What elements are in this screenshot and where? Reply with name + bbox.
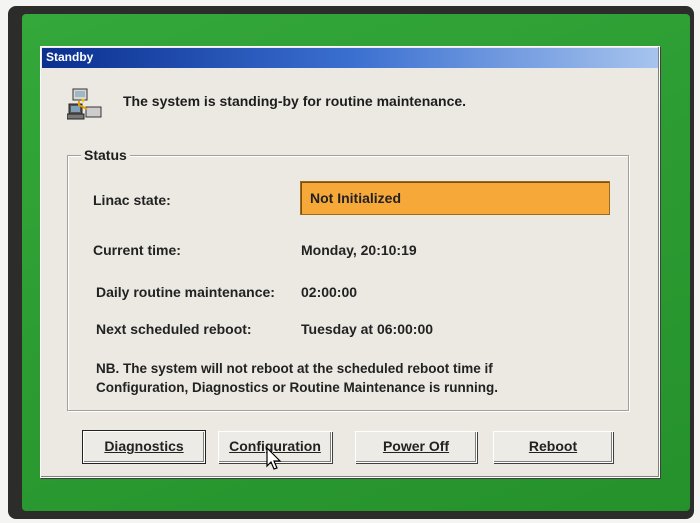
note-line-1: NB. The system will not reboot at the sc… <box>96 361 493 376</box>
window-title: Standby <box>46 50 94 64</box>
diagnostics-button[interactable]: Diagnostics <box>82 430 206 464</box>
power-off-button[interactable]: Power Off <box>355 431 477 463</box>
computer-maintenance-icon <box>66 87 107 123</box>
note-line-2: Configuration, Diagnostics or Routine Ma… <box>96 380 499 395</box>
reboot-button-label: Reboot <box>528 438 578 454</box>
linac-state-badge: Not Initialized <box>300 181 610 215</box>
status-legend: Status <box>81 147 130 163</box>
title-bar[interactable]: Standby <box>42 48 658 68</box>
next-reboot-label: Next scheduled reboot: <box>96 321 252 337</box>
daily-maintenance-value: 02:00:00 <box>301 284 358 300</box>
daily-maintenance-label: Daily routine maintenance: <box>96 284 275 300</box>
status-message: The system is standing-by for routine ma… <box>123 93 467 109</box>
linac-state-value: Not Initialized <box>310 190 401 206</box>
reboot-button[interactable]: Reboot <box>493 431 613 463</box>
linac-state-label: Linac state: <box>93 192 171 208</box>
current-time-label: Current time: <box>93 242 181 258</box>
power-off-button-label: Power Off <box>382 438 450 454</box>
current-time-value: Monday, 20:10:19 <box>301 242 417 258</box>
reboot-note: NB. The system will not reboot at the sc… <box>96 359 596 397</box>
next-reboot-value: Tuesday at 06:00:00 <box>301 321 434 337</box>
diagnostics-button-label: Diagnostics <box>104 438 184 454</box>
standby-dialog: Standby The system is standing-by for ro… <box>40 46 660 478</box>
mouse-pointer-icon <box>266 446 284 471</box>
